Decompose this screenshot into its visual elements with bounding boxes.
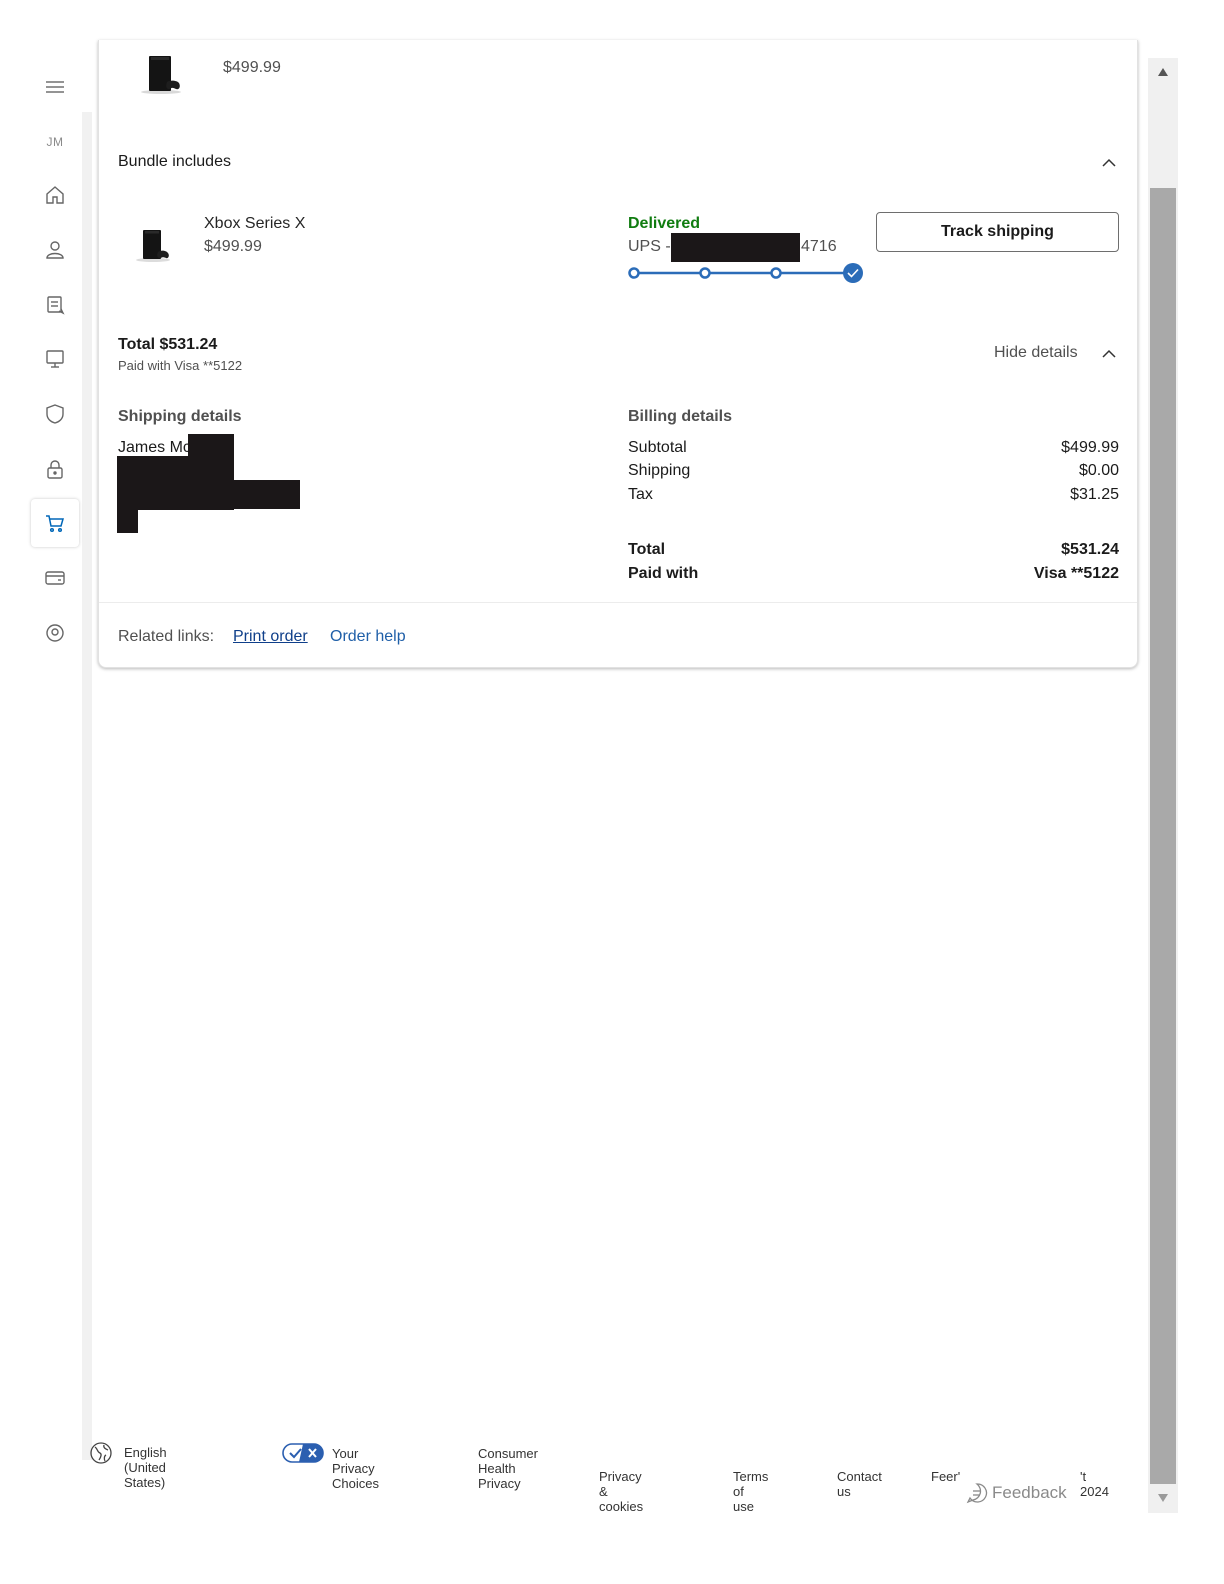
nav-orders[interactable] <box>31 499 79 547</box>
redacted-address-line-3 <box>117 508 138 533</box>
print-order-link[interactable]: Print order <box>233 628 308 646</box>
top-item-price: $499.99 <box>223 59 281 76</box>
shipping-name: James Mc <box>118 439 191 456</box>
bundle-includes-heading: Bundle includes <box>118 153 231 170</box>
carrier-label: UPS - <box>628 238 671 255</box>
hide-details-chevron[interactable] <box>1101 346 1117 367</box>
document-icon <box>47 296 65 315</box>
shipping-details-heading: Shipping details <box>118 408 242 425</box>
privacy-choices-link[interactable]: Your Privacy Choices <box>332 1446 379 1491</box>
tracking-number-suffix: 4716 <box>801 238 837 255</box>
chevron-up-icon <box>1102 349 1116 358</box>
card-icon <box>45 571 65 585</box>
billing-paid-with-label: Paid with <box>628 565 699 582</box>
contact-us-link[interactable]: Contact us <box>837 1469 882 1499</box>
location-icon <box>46 624 64 642</box>
progress-step-1 <box>628 267 640 279</box>
nav-profile[interactable] <box>31 226 79 274</box>
left-nav-rail: JM <box>28 58 92 1460</box>
nav-security[interactable] <box>31 390 79 438</box>
bundle-item-name: Xbox Series X <box>204 215 306 232</box>
scroll-down-button[interactable] <box>1148 1484 1178 1512</box>
feedback-chat-icon <box>966 1483 988 1504</box>
nav-devices[interactable] <box>31 335 79 383</box>
order-total-summary: Total $531.24 <box>118 336 218 353</box>
nav-privacy[interactable] <box>31 445 79 493</box>
shield-icon <box>46 404 64 424</box>
scroll-up-button[interactable] <box>1148 58 1178 86</box>
avatar-initials[interactable]: JM <box>31 128 79 156</box>
card-divider <box>99 602 1137 603</box>
related-links-label: Related links: <box>118 628 215 645</box>
globe-icon <box>90 1442 112 1464</box>
redacted-tracking-number <box>671 233 800 262</box>
nav-rewards[interactable] <box>31 281 79 329</box>
copyright-text: 't 2024 <box>1080 1469 1109 1499</box>
nav-addresses[interactable] <box>31 609 79 657</box>
billing-total-value: $531.24 <box>1061 541 1119 558</box>
delivery-status: Delivered <box>628 215 701 232</box>
feedback-button[interactable]: Feedback <box>966 1482 1067 1504</box>
privacy-cookies-link[interactable]: Privacy & cookies <box>599 1469 643 1514</box>
billing-total-label: Total <box>628 541 666 558</box>
progress-step-2 <box>699 267 711 279</box>
redacted-address-line-2 <box>117 480 300 509</box>
chevron-up-icon <box>1102 158 1116 167</box>
page-scrollbar-thumb[interactable] <box>1150 188 1176 1484</box>
nav-payment[interactable] <box>31 554 79 602</box>
billing-shipping-value: $0.00 <box>1078 462 1119 479</box>
privacy-choices-icon <box>282 1443 324 1463</box>
home-icon <box>46 186 64 204</box>
hide-details-button[interactable]: Hide details <box>994 344 1078 362</box>
progress-step-4-complete <box>843 263 863 283</box>
billing-subtotal-label: Subtotal <box>628 439 687 456</box>
billing-paid-with-value: Visa **5122 <box>1033 565 1119 582</box>
billing-tax-label: Tax <box>628 486 653 503</box>
paid-with-summary: Paid with Visa **5122 <box>118 358 243 373</box>
feedback-label: Feedback <box>992 1483 1067 1502</box>
billing-subtotal-value: $499.99 <box>1061 439 1119 456</box>
track-shipping-button[interactable]: Track shipping <box>876 212 1119 252</box>
xbox-console-thumbnail <box>141 56 181 94</box>
person-icon <box>46 241 64 259</box>
nav-home[interactable] <box>31 171 79 219</box>
progress-step-3 <box>770 267 782 279</box>
order-details-card: $499.99 Bundle includes Xbox Series X $4… <box>98 40 1138 668</box>
shipping-progress-tracker <box>628 263 863 283</box>
feedback-footer-link[interactable]: Feer' <box>931 1469 960 1484</box>
billing-details-heading: Billing details <box>628 408 733 425</box>
bundle-collapse-button[interactable] <box>1101 155 1117 176</box>
terms-of-use-link[interactable]: Terms of use <box>733 1469 768 1514</box>
billing-shipping-label: Shipping <box>628 462 691 479</box>
triangle-down-icon <box>1158 1494 1168 1502</box>
consumer-health-privacy-link[interactable]: Consumer Health Privacy <box>478 1446 538 1491</box>
monitor-icon <box>46 350 64 368</box>
billing-tax-value: $31.25 <box>1070 486 1119 503</box>
order-help-link[interactable]: Order help <box>330 628 406 646</box>
bundle-item-price: $499.99 <box>204 238 262 255</box>
language-selector[interactable]: English (United States) <box>124 1445 167 1490</box>
cart-icon <box>46 515 64 533</box>
hamburger-menu-button[interactable] <box>31 63 79 111</box>
triangle-up-icon <box>1158 68 1168 76</box>
lock-icon <box>47 460 63 479</box>
hamburger-icon <box>46 81 64 93</box>
xbox-series-x-thumbnail <box>136 230 170 262</box>
